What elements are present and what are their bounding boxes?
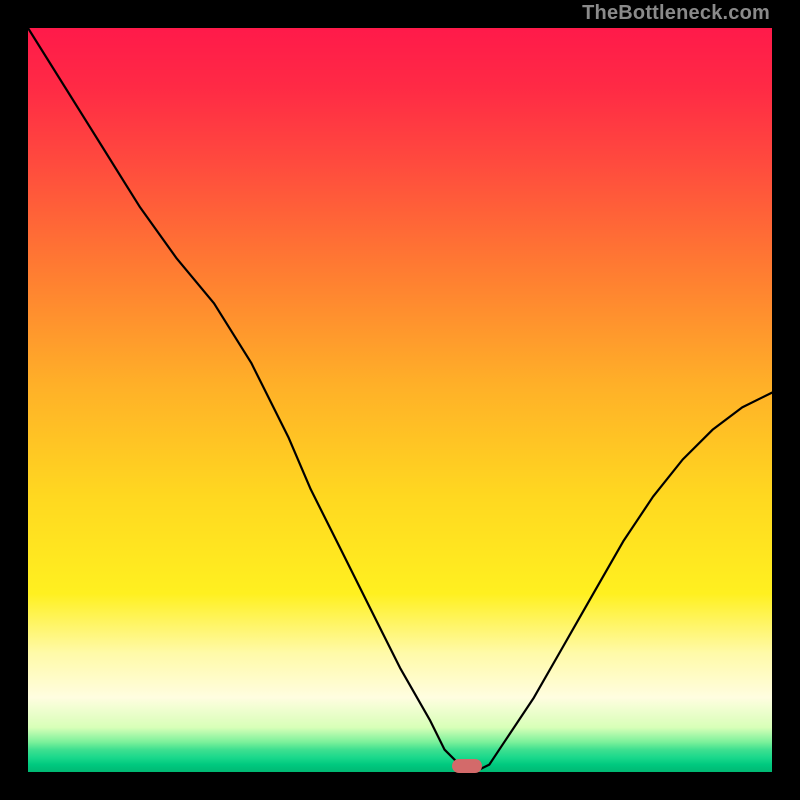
bottleneck-curve (28, 28, 772, 772)
optimal-marker (452, 759, 482, 773)
watermark-text: TheBottleneck.com (582, 2, 770, 25)
chart-frame: TheBottleneck.com (0, 0, 800, 800)
plot-area (28, 28, 772, 772)
